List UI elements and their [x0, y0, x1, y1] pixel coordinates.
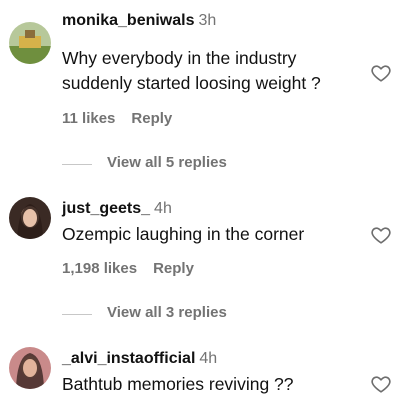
comment-username[interactable]: _alvi_instaofficial 4h [62, 350, 217, 368]
replies-divider-line [62, 314, 92, 315]
username-text[interactable]: monika_beniwals [62, 12, 195, 29]
comment-text: Ozempic laughing in the corner [62, 222, 362, 247]
comment-text-line: Ozempic laughing in the corner [62, 224, 305, 244]
comment-text-line: Bathtub memories reviving ?? [62, 374, 294, 394]
view-replies-label[interactable]: View all 5 replies [107, 154, 227, 171]
username-text[interactable]: _alvi_instaofficial [62, 350, 195, 367]
avatar[interactable] [9, 347, 51, 389]
heart-outline-icon[interactable] [370, 373, 392, 395]
avatar[interactable] [9, 197, 51, 239]
comment-username[interactable]: monika_beniwals 3h [62, 12, 216, 30]
comment-text: Why everybody in the industry suddenly s… [62, 46, 362, 96]
likes-count[interactable]: 11 likes [62, 110, 115, 127]
reply-button[interactable]: Reply [153, 260, 194, 277]
comment-text-line: suddenly started loosing weight ? [62, 73, 321, 93]
comment-meta: 1,198 likes Reply [62, 260, 194, 277]
reply-button[interactable]: Reply [131, 110, 172, 127]
comment-timestamp: 4h [154, 200, 172, 217]
avatar[interactable] [9, 22, 51, 64]
likes-count[interactable]: 1,198 likes [62, 260, 137, 277]
comment-timestamp: 3h [198, 12, 217, 29]
comment-text-line: Why everybody in the industry [62, 48, 297, 68]
view-replies-label[interactable]: View all 3 replies [107, 304, 227, 321]
comment-username[interactable]: just_geets_ 4h [62, 200, 172, 218]
comment-text: Bathtub memories reviving ?? [62, 372, 362, 397]
username-text[interactable]: just_geets_ [62, 200, 150, 217]
comment-meta: 11 likes Reply [62, 110, 172, 127]
heart-outline-icon[interactable] [370, 224, 392, 246]
replies-divider-line [62, 164, 92, 165]
comment-timestamp: 4h [199, 350, 218, 367]
heart-outline-icon[interactable] [370, 62, 392, 84]
